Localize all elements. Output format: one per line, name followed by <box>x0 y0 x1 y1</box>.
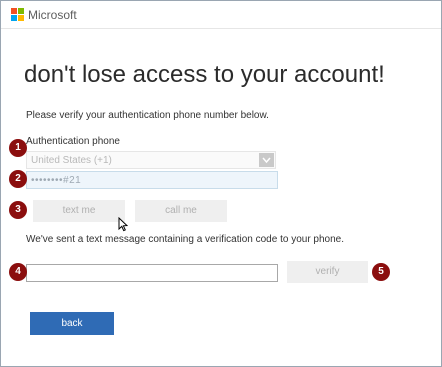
page-title: don't lose access to your account! <box>24 61 385 88</box>
step-marker-4: 4 <box>9 263 27 281</box>
text-me-button[interactable]: text me <box>33 200 125 222</box>
step-marker-3: 3 <box>9 201 27 219</box>
sent-message: We've sent a text message containing a v… <box>26 234 345 245</box>
country-code-select[interactable]: United States (+1) <box>26 151 276 169</box>
step-marker-1: 1 <box>9 139 27 157</box>
verify-button[interactable]: verify <box>287 261 368 283</box>
verification-code-input[interactable] <box>26 264 278 282</box>
microsoft-logo-icon <box>11 8 24 21</box>
step-marker-5: 5 <box>372 263 390 281</box>
header-bar: Microsoft <box>1 1 441 29</box>
phone-label: Authentication phone <box>26 136 120 147</box>
mouse-cursor-icon <box>118 217 128 232</box>
brand-name: Microsoft <box>28 8 77 22</box>
country-code-value: United States (+1) <box>31 155 112 166</box>
step-marker-2: 2 <box>9 170 27 188</box>
phone-number-input[interactable]: ••••••••#21 <box>26 171 278 189</box>
back-button[interactable]: back <box>30 312 114 335</box>
intro-text: Please verify your authentication phone … <box>26 110 269 121</box>
chevron-down-icon[interactable] <box>259 153 274 167</box>
call-me-button[interactable]: call me <box>135 200 227 222</box>
phone-number-value: ••••••••#21 <box>31 175 82 186</box>
